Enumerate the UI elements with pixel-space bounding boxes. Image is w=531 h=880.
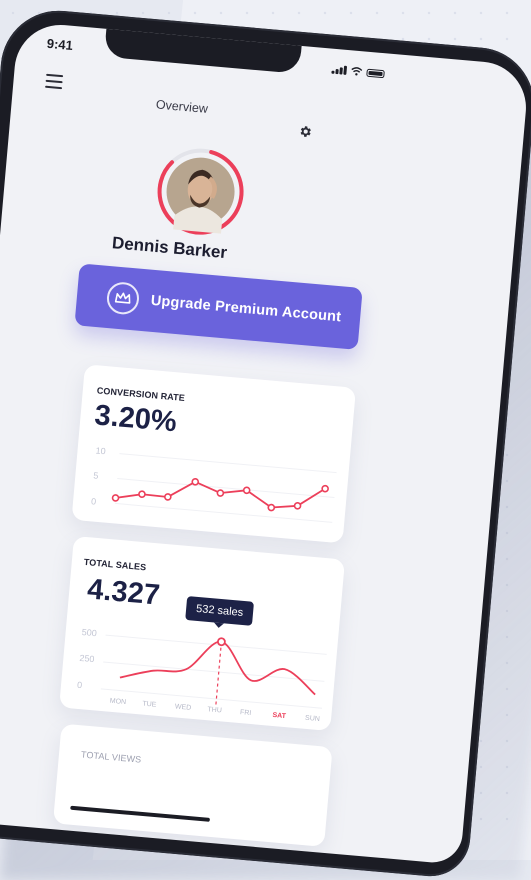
gear-icon[interactable] <box>298 124 313 139</box>
conversion-data-point <box>267 503 276 512</box>
conversion-data-point <box>138 490 146 499</box>
conversion-data-point <box>242 486 251 495</box>
card-label: TOTAL VIEWS <box>80 749 142 765</box>
conversion-data-point <box>191 478 200 486</box>
conversion-rate-card[interactable]: CONVERSION RATE 3.20% 10 5 0 <box>71 364 357 544</box>
wifi-icon <box>350 67 362 76</box>
upgrade-button-label: Upgrade Premium Account <box>150 292 342 326</box>
x-tick-label: WED <box>174 703 192 712</box>
peak-marker-line <box>215 641 223 706</box>
gridline <box>119 453 337 474</box>
peak-data-point <box>217 637 226 647</box>
conversion-data-point <box>216 489 225 497</box>
total-sales-card[interactable]: TOTAL SALES 4.327 500 250 0 532 sales MO… <box>59 535 346 732</box>
x-tick-label: MON <box>109 697 127 707</box>
conversion-data-point <box>111 494 120 502</box>
avatar-progress-ring <box>157 148 244 235</box>
conversion-data-point <box>164 493 172 501</box>
sales-line-chart <box>100 634 327 709</box>
gridline <box>105 634 327 655</box>
battery-icon <box>365 68 385 79</box>
x-tick-label: TUE <box>142 700 157 709</box>
x-tick-label: THU <box>207 706 223 715</box>
conversion-data-point <box>293 502 302 510</box>
total-views-card[interactable]: TOTAL VIEWS <box>52 723 333 847</box>
x-tick-label: SAT <box>272 711 287 721</box>
conversion-data-point <box>321 484 329 493</box>
x-tick-label: SUN <box>304 714 321 724</box>
notch <box>103 26 302 74</box>
signal-icon <box>331 65 347 75</box>
phone-frame: 9:41 Overview Dennis Barker Upgrade Prem… <box>0 6 531 880</box>
gridline <box>100 688 323 709</box>
status-time: 9:41 <box>46 35 74 53</box>
avatar[interactable] <box>151 142 251 242</box>
conversion-line-chart <box>111 453 337 523</box>
app-screen: 9:41 Overview Dennis Barker Upgrade Prem… <box>0 21 530 865</box>
page-title: Overview <box>155 97 209 116</box>
x-tick-label: FRI <box>239 709 252 718</box>
upgrade-premium-button[interactable]: Upgrade Premium Account <box>74 263 363 350</box>
status-icons <box>331 65 385 79</box>
crown-icon <box>105 280 141 316</box>
